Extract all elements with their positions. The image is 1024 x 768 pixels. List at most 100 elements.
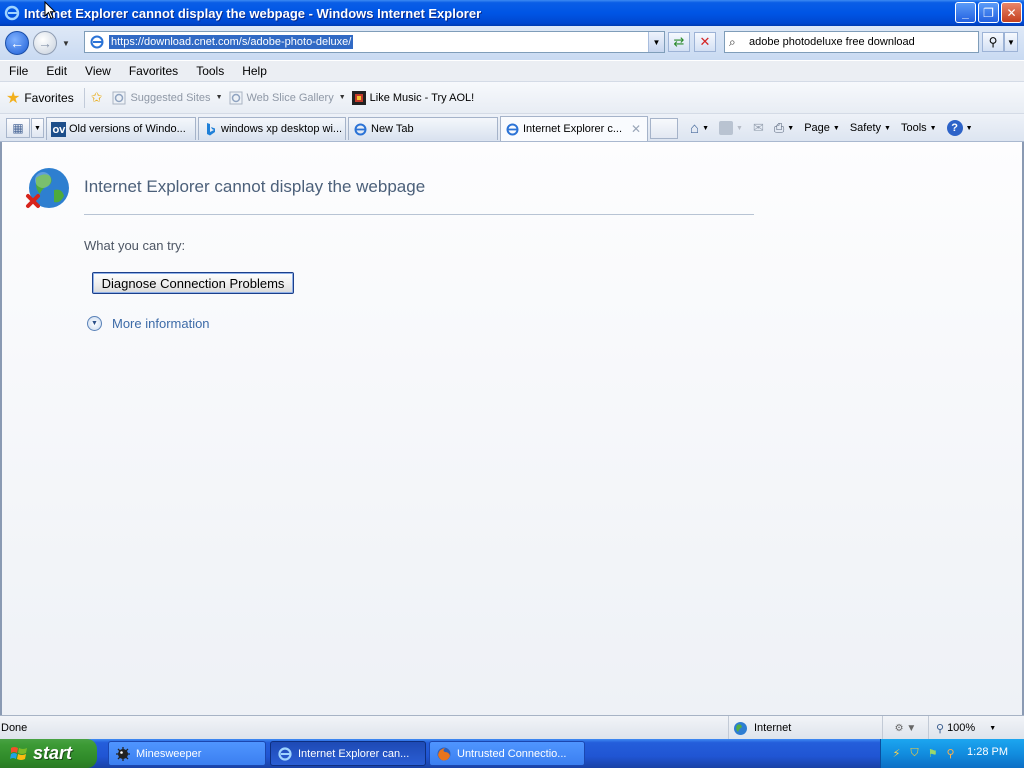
start-button[interactable]: start <box>0 739 97 768</box>
search-options-dropdown[interactable]: ▼ <box>1004 32 1018 52</box>
search-tray-icon[interactable]: ⚲ <box>943 746 958 761</box>
close-button[interactable]: ✕ <box>1001 2 1022 23</box>
menu-favorites[interactable]: Favorites <box>120 64 187 78</box>
task-label: Minesweeper <box>136 747 202 760</box>
minimize-button[interactable]: _ <box>955 2 976 23</box>
chevron-down-icon[interactable]: ▼ <box>787 125 794 132</box>
network-tray-icon[interactable]: ⚑ <box>925 746 940 761</box>
security-zone[interactable]: Internet <box>728 716 878 740</box>
tab-old-versions[interactable]: OV Old versions of Windo... <box>46 117 196 140</box>
suggested-sites-link[interactable]: Suggested Sites ▼ <box>112 91 223 105</box>
start-label: start <box>33 743 73 763</box>
forward-button[interactable]: → <box>33 31 57 55</box>
tab-label: windows xp desktop wi... <box>221 123 343 135</box>
new-tab-button[interactable] <box>650 118 678 139</box>
menu-edit[interactable]: Edit <box>37 64 76 78</box>
stop-button[interactable]: ✕ <box>694 32 716 52</box>
expand-chevron-icon[interactable]: ▼ <box>87 316 102 331</box>
chevron-down-icon: ▼ <box>884 124 891 132</box>
read-mail-button[interactable]: ✉ <box>753 120 764 136</box>
more-information-link[interactable]: ▼ More information <box>87 316 210 331</box>
refresh-button[interactable]: ⇄ <box>668 32 690 52</box>
page-menu-button[interactable]: Page ▼ <box>804 122 840 134</box>
security-shield-icon[interactable]: ⛉ <box>907 746 922 761</box>
aol-music-link[interactable]: Like Music - Try AOL! <box>351 90 475 105</box>
task-internet-explorer[interactable]: Internet Explorer can... <box>270 741 426 766</box>
tab-ie-cannot-display[interactable]: Internet Explorer c... ✕ <box>500 116 648 141</box>
refresh-icon: ⇄ <box>673 34 685 49</box>
task-untrusted-connection[interactable]: Untrusted Connectio... <box>429 741 585 766</box>
chevron-down-icon[interactable]: ▼ <box>339 94 346 101</box>
tab-windows-xp-desktop[interactable]: windows xp desktop wi... <box>198 117 346 140</box>
tab-new-tab[interactable]: New Tab <box>348 117 498 140</box>
aol-music-label: Like Music - Try AOL! <box>369 91 475 104</box>
more-information-label: More information <box>112 316 210 331</box>
taskbar: start Minesweeper Internet Explorer can.… <box>0 739 1024 768</box>
what-you-can-try-label: What you can try: <box>84 238 186 253</box>
address-dropdown-button[interactable]: ▼ <box>648 32 664 52</box>
menu-file[interactable]: File <box>0 64 37 78</box>
favorites-button[interactable]: Favorites <box>24 91 73 105</box>
add-to-favorites-icon[interactable]: ✩ <box>91 89 103 106</box>
window-controls: _ ❐ ✕ <box>955 2 1022 23</box>
mail-icon: ✉ <box>752 120 764 135</box>
address-bar[interactable]: https://download.cnet.com/s/adobe-photo-… <box>84 31 665 53</box>
feeds-button[interactable]: ▼ <box>719 121 743 135</box>
internet-zone-icon <box>734 721 747 735</box>
menu-tools[interactable]: Tools <box>187 64 233 78</box>
navigation-bar: ← → ▼ https://download.cnet.com/s/adobe-… <box>0 26 1024 60</box>
menu-help[interactable]: Help <box>233 64 276 78</box>
protected-mode-button[interactable]: ⚙ ▼ <box>882 716 928 740</box>
tools-menu-button[interactable]: Tools ▼ <box>901 122 937 134</box>
title-bar[interactable]: Internet Explorer cannot display the web… <box>0 0 1024 26</box>
help-icon: ? <box>946 120 963 136</box>
task-label: Internet Explorer can... <box>298 747 410 760</box>
svg-text:OV: OV <box>53 126 67 135</box>
ie-page-icon <box>112 91 126 104</box>
search-input[interactable]: adobe photodeluxe free download <box>749 36 915 48</box>
search-button[interactable]: ⚲ <box>982 32 1004 52</box>
zoom-control[interactable]: ⚲ 100% ▼ <box>928 716 1024 740</box>
tab-list-button[interactable]: ▼ <box>31 118 44 138</box>
print-button[interactable]: ⎙ ▼ <box>774 120 794 136</box>
ie-page-icon <box>506 123 519 135</box>
clock[interactable]: 1:28 PM <box>967 746 1008 758</box>
address-url-text[interactable]: https://download.cnet.com/s/adobe-photo-… <box>109 35 354 49</box>
safety-menu-label: Safety <box>849 122 882 134</box>
menu-bar: File Edit View Favorites Tools Help <box>0 60 1024 82</box>
window-title: Internet Explorer cannot display the web… <box>24 5 482 21</box>
back-button[interactable]: ← <box>5 31 29 55</box>
recent-pages-dropdown[interactable]: ▼ <box>60 39 72 48</box>
chevron-down-icon: ▼ <box>832 124 840 132</box>
search-icon: ⚲ <box>988 35 998 49</box>
status-bar: Done Internet ⚙ ▼ ⚲ 100% ▼ <box>0 715 1024 740</box>
help-button[interactable]: ? ▼ <box>946 120 973 136</box>
zoom-magnifier-icon: ⚲ <box>936 722 945 735</box>
chevron-down-icon: ▼ <box>736 124 743 132</box>
chevron-down-icon[interactable]: ▼ <box>989 725 996 732</box>
task-minesweeper[interactable]: Minesweeper <box>108 741 266 766</box>
chevron-down-icon[interactable]: ▼ <box>216 94 223 101</box>
safety-menu-button[interactable]: Safety ▼ <box>850 122 891 134</box>
menu-view[interactable]: View <box>76 64 120 78</box>
web-slice-gallery-link[interactable]: Web Slice Gallery ▼ <box>229 91 346 105</box>
task-label: Untrusted Connectio... <box>457 747 567 760</box>
chevron-down-icon: ▼ <box>965 124 973 132</box>
aol-music-icon <box>351 90 366 105</box>
home-button[interactable]: ⌂ ▼ <box>690 120 709 137</box>
bolt-tray-icon[interactable]: ⚡ <box>889 746 904 761</box>
favorites-separator <box>83 87 85 108</box>
chevron-down-icon[interactable]: ▼ <box>702 125 709 132</box>
zone-label: Internet <box>754 722 792 734</box>
web-slice-gallery-label: Web Slice Gallery <box>246 91 334 104</box>
search-box[interactable]: ⌕ adobe photodeluxe free download <box>724 31 979 53</box>
restore-button[interactable]: ❐ <box>978 2 999 23</box>
firefox-icon <box>437 747 451 761</box>
tab-label: Old versions of Windo... <box>69 123 186 135</box>
forward-arrow-icon: → <box>38 35 52 51</box>
quick-tabs-button[interactable]: ▦ <box>6 118 30 138</box>
favorites-star-icon: ★ <box>6 89 21 107</box>
diagnose-connection-button[interactable]: Diagnose Connection Problems <box>92 272 294 294</box>
close-tab-icon[interactable]: ✕ <box>631 122 641 136</box>
chevron-down-icon: ▼ <box>929 124 937 132</box>
